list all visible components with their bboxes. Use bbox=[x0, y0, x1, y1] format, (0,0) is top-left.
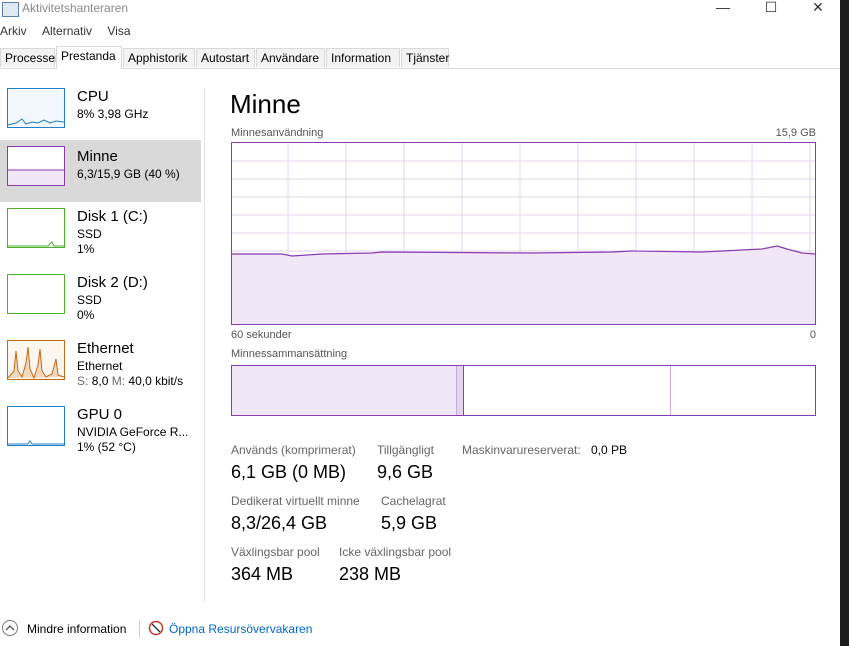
sidebar-disk1-sub2: 1% bbox=[77, 242, 95, 256]
ethernet-receive-value: 40,0 kbit/s bbox=[128, 374, 184, 388]
ethernet-thumbnail bbox=[7, 340, 65, 380]
sidebar-disk2-title: Disk 2 (D:) bbox=[77, 274, 148, 291]
fewer-details-button[interactable]: Mindre information bbox=[27, 622, 126, 636]
sidebar-minne-title: Minne bbox=[77, 148, 118, 165]
tab-processer[interactable]: Processer bbox=[0, 48, 59, 67]
cached-value: 5,9 GB bbox=[381, 513, 438, 533]
available-label: Tillgängligt bbox=[377, 443, 434, 457]
paged-pool-value: 364 MB bbox=[231, 564, 294, 584]
title-bar: Aktivitetshanteraren — ☐ ✕ bbox=[0, 0, 840, 22]
panel-divider bbox=[204, 88, 205, 602]
memory-composition-label: Minnessammansättning bbox=[231, 348, 348, 360]
gpu-thumbnail bbox=[7, 406, 65, 446]
menu-alternativ[interactable]: Alternativ bbox=[42, 24, 92, 38]
graph-time-left: 60 sekunder bbox=[231, 329, 292, 341]
resource-monitor-icon[interactable] bbox=[148, 620, 164, 636]
sidebar-gpu-sub1: NVIDIA GeForce R... bbox=[77, 425, 189, 439]
memory-usage-label: Minnesanvändning bbox=[231, 127, 324, 139]
cpu-thumbnail bbox=[7, 88, 65, 128]
sidebar-gpu-title: GPU 0 bbox=[77, 406, 123, 423]
committed-label: Dedikerat virtuellt minne bbox=[231, 494, 360, 508]
sidebar-ethernet-sub1: Ethernet bbox=[77, 359, 123, 373]
tab-information[interactable]: Information bbox=[326, 48, 400, 67]
tab-prestanda[interactable]: Prestanda bbox=[56, 46, 122, 69]
composition-divider-2 bbox=[463, 366, 464, 415]
memory-usage-graph bbox=[231, 142, 816, 325]
disk2-thumbnail bbox=[7, 274, 65, 314]
nonpaged-pool-label: Icke växlingsbar pool bbox=[339, 545, 452, 559]
background-window-edge bbox=[840, 0, 849, 646]
sidebar-item-minne[interactable]: Minne 6,3/15,9 GB (40 %) bbox=[0, 140, 201, 202]
tab-tjanster[interactable]: Tjänster bbox=[401, 48, 449, 67]
open-resource-monitor-link[interactable]: Öppna Resursövervakaren bbox=[169, 622, 312, 636]
sidebar-disk1-sub1: SSD bbox=[77, 227, 102, 241]
tab-strip: Processer Prestanda Apphistorik Autostar… bbox=[0, 46, 840, 69]
footer-divider bbox=[139, 620, 140, 638]
maximize-button[interactable]: ☐ bbox=[748, 0, 794, 18]
close-button[interactable]: ✕ bbox=[795, 0, 841, 18]
window-title: Aktivitetshanteraren bbox=[22, 1, 129, 15]
sidebar-minne-sub: 6,3/15,9 GB (40 %) bbox=[77, 167, 180, 181]
ethernet-send-prefix: S: bbox=[77, 374, 89, 388]
task-manager-icon bbox=[2, 2, 19, 17]
menu-bar: Arkiv Alternativ Visa bbox=[0, 24, 143, 42]
minimize-button[interactable]: — bbox=[700, 0, 746, 18]
graph-time-right: 0 bbox=[809, 329, 816, 341]
used-label: Används (komprimerat) bbox=[231, 443, 356, 457]
tab-apphistorik[interactable]: Apphistorik bbox=[123, 48, 195, 67]
menu-arkiv[interactable]: Arkiv bbox=[0, 24, 27, 38]
sidebar-item-gpu[interactable]: GPU 0 NVIDIA GeForce R... 1% (52 °C) bbox=[0, 400, 201, 462]
background-window-strip bbox=[840, 0, 849, 646]
menu-visa[interactable]: Visa bbox=[107, 24, 130, 38]
sidebar-disk1-title: Disk 1 (C:) bbox=[77, 208, 148, 225]
sidebar-item-disk2[interactable]: Disk 2 (D:) SSD 0% bbox=[0, 268, 201, 330]
page-title: Minne bbox=[230, 89, 301, 119]
sidebar-disk2-sub2: 0% bbox=[77, 308, 95, 322]
used-value: 6,1 GB (0 MB) bbox=[231, 462, 347, 482]
hw-reserved-value: 0,0 PB bbox=[591, 443, 628, 457]
cpu-thumb-graph bbox=[8, 118, 64, 126]
sidebar-gpu-sub2: 1% (52 °C) bbox=[77, 440, 136, 454]
sidebar-ethernet-title: Ethernet bbox=[77, 340, 134, 357]
available-value: 9,6 GB bbox=[377, 462, 434, 482]
memory-usage-svg bbox=[232, 143, 815, 324]
composition-in-use bbox=[232, 366, 456, 415]
ethernet-thumb-graph bbox=[8, 346, 64, 379]
cached-label: Cachelagrat bbox=[381, 494, 446, 508]
paged-pool-label: Växlingsbar pool bbox=[231, 545, 320, 559]
sidebar-item-cpu[interactable]: CPU 8% 3,98 GHz bbox=[0, 82, 201, 144]
sidebar-disk2-sub1: SSD bbox=[77, 293, 102, 307]
composition-divider-3 bbox=[670, 366, 671, 415]
sidebar-cpu-title: CPU bbox=[77, 88, 109, 105]
memory-max-label: 15,9 GB bbox=[775, 127, 816, 139]
sidebar-item-disk1[interactable]: Disk 1 (C:) SSD 1% bbox=[0, 202, 201, 264]
ethernet-receive-prefix: M: bbox=[111, 374, 126, 388]
memory-usage-area bbox=[232, 246, 815, 324]
nonpaged-pool-value: 238 MB bbox=[339, 564, 402, 584]
ethernet-send-value: 8,0 bbox=[91, 374, 109, 388]
hw-reserved-label: Maskinvarureserverat: bbox=[462, 443, 581, 457]
gpu-thumb-graph bbox=[8, 440, 64, 445]
sidebar-ethernet-sub2: S: 8,0 M: 40,0 kbit/s bbox=[77, 374, 183, 388]
disk1-thumbnail bbox=[7, 208, 65, 248]
disk1-thumb-graph bbox=[8, 241, 64, 247]
memory-thumb-graph bbox=[8, 169, 64, 185]
tab-anvandare[interactable]: Användare bbox=[256, 48, 325, 67]
footer-bar: Mindre information Öppna Resursövervakar… bbox=[0, 618, 840, 642]
tab-autostart[interactable]: Autostart bbox=[196, 48, 255, 67]
memory-thumbnail bbox=[7, 146, 65, 186]
committed-value: 8,3/26,4 GB bbox=[231, 513, 328, 533]
fewer-details-icon[interactable] bbox=[2, 620, 18, 636]
sidebar-cpu-sub: 8% 3,98 GHz bbox=[77, 107, 149, 121]
memory-composition-bar bbox=[231, 365, 816, 416]
sidebar-item-ethernet[interactable]: Ethernet Ethernet S: 8,0 M: 40,0 kbit/s bbox=[0, 334, 201, 396]
